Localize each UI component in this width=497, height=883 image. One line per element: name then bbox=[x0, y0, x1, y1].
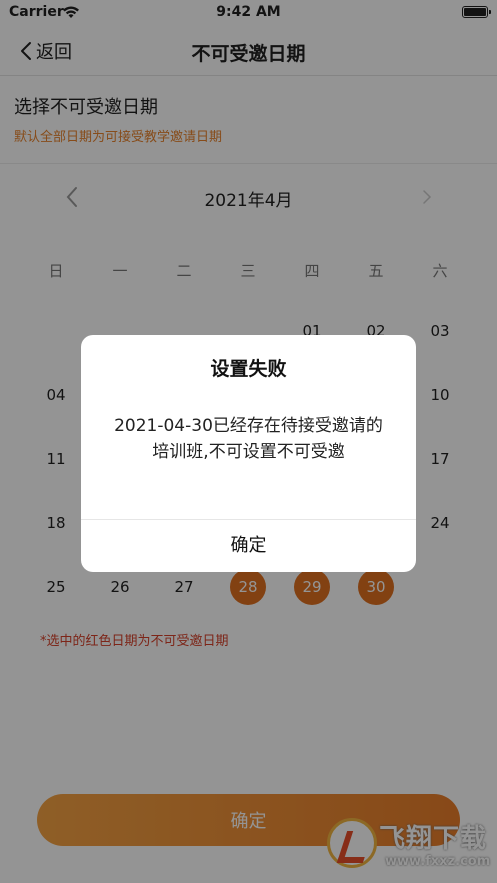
alert-dialog: 设置失败 2021-04-30已经存在待接受邀请的培训班,不可设置不可受邀 确定 bbox=[81, 335, 416, 572]
dialog-message: 2021-04-30已经存在待接受邀请的培训班,不可设置不可受邀 bbox=[114, 416, 383, 462]
dialog-confirm-button[interactable]: 确定 bbox=[81, 520, 416, 572]
dialog-title: 设置失败 bbox=[210, 358, 287, 380]
